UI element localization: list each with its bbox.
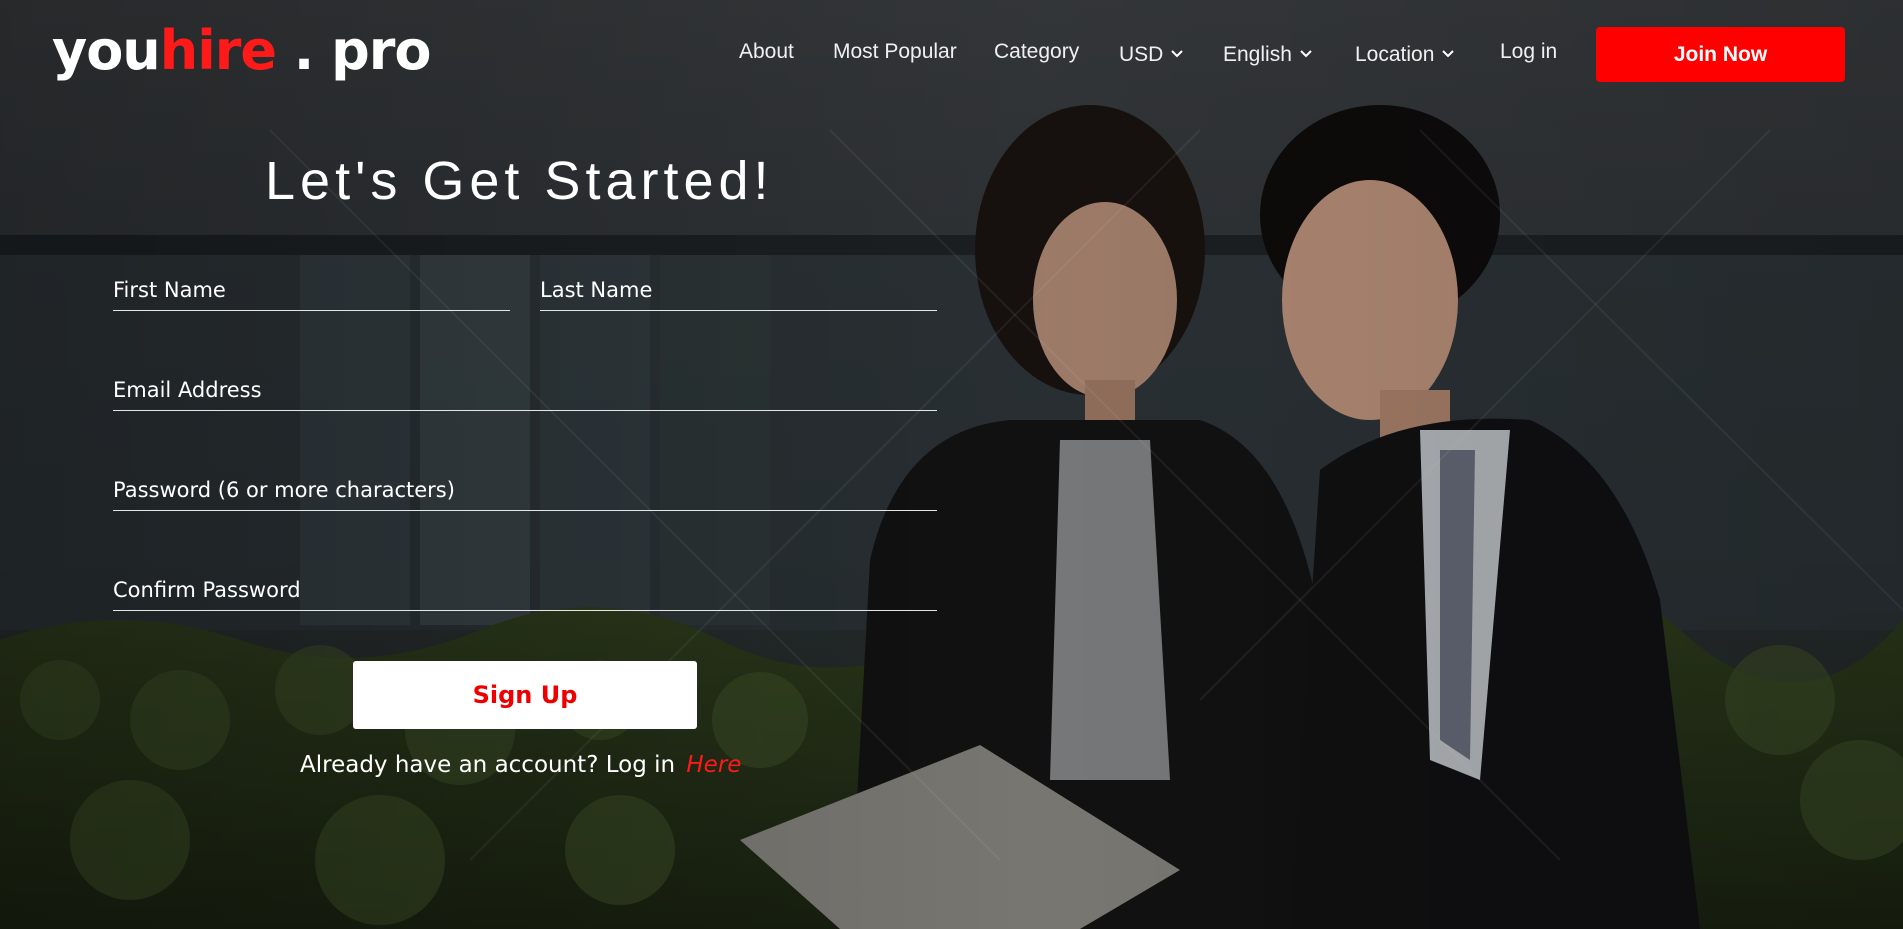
email-field — [113, 350, 937, 411]
login-prompt: Already have an account? Log in Here — [300, 752, 800, 778]
brand-part-hire: hire — [159, 19, 277, 82]
brand-logo[interactable]: youhire . pro — [52, 16, 432, 86]
nav-most-popular[interactable]: Most Popular — [833, 30, 957, 74]
nav-category[interactable]: Category — [994, 30, 1079, 74]
chevron-down-icon — [1171, 30, 1184, 74]
password-field — [113, 450, 937, 511]
location-label: Location — [1355, 43, 1435, 66]
first-name-field — [113, 250, 510, 311]
nav-about[interactable]: About — [739, 30, 794, 74]
currency-label: USD — [1119, 43, 1164, 66]
language-label: English — [1223, 43, 1292, 66]
confirm-password-input[interactable] — [113, 578, 937, 602]
last-name-input[interactable] — [540, 278, 937, 302]
login-here-link[interactable]: Here — [686, 752, 741, 778]
nav-login[interactable]: Log in — [1500, 30, 1557, 74]
nav-language-dropdown[interactable]: English — [1223, 30, 1312, 74]
chevron-down-icon — [1442, 30, 1455, 74]
password-input[interactable] — [113, 478, 937, 502]
confirm-password-field — [113, 550, 937, 611]
nav-currency-dropdown[interactable]: USD — [1119, 30, 1184, 74]
sign-up-button[interactable]: Sign Up — [353, 661, 697, 729]
join-now-button[interactable]: Join Now — [1596, 27, 1845, 82]
last-name-field — [540, 250, 937, 311]
first-name-input[interactable] — [113, 278, 510, 302]
site-header: youhire . pro About Most Popular Categor… — [0, 0, 1903, 104]
nav-location-dropdown[interactable]: Location — [1355, 30, 1455, 74]
brand-part-pro: . pro — [275, 19, 432, 82]
form-title: Let's Get Started! — [265, 151, 774, 211]
brand-part-you: you — [52, 19, 161, 82]
login-prompt-text: Already have an account? Log in — [300, 752, 676, 778]
email-input[interactable] — [113, 378, 937, 402]
chevron-down-icon — [1300, 30, 1312, 74]
